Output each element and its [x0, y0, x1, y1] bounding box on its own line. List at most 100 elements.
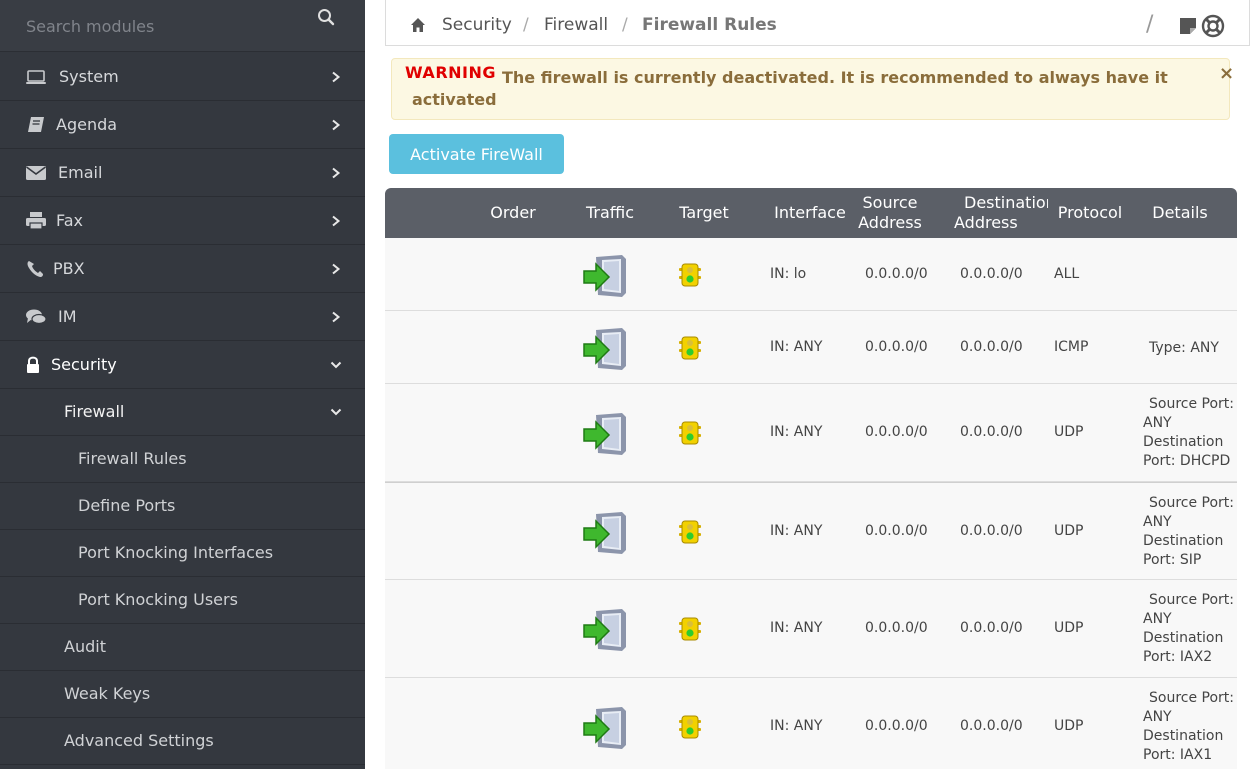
chevron-right-icon: [332, 119, 341, 131]
sidebar-item-audit[interactable]: Audit: [0, 623, 365, 671]
traffic-light-accept-icon[interactable]: [678, 263, 702, 287]
incoming-traffic-icon[interactable]: [582, 251, 630, 299]
details-cell: Source Port: ANY Destination Port: IAX1: [1143, 690, 1235, 763]
phone-icon: [27, 261, 43, 277]
sidebar-item-label: Port Knocking Interfaces: [78, 543, 274, 562]
breadcrumb-firewall[interactable]: Firewall: [544, 0, 608, 50]
source-address-cell: 0.0.0.0/0: [865, 523, 928, 539]
sidebar-item-define-ports[interactable]: Define Ports: [0, 482, 365, 530]
sidebar-item-advanced-settings[interactable]: Advanced Settings: [0, 717, 365, 765]
table-row[interactable]: IN: ANY 0.0.0.0/0 0.0.0.0/0 ICMP Type: ANY: [385, 311, 1237, 384]
close-icon[interactable]: ×: [1219, 63, 1234, 84]
column-header-traffic: Traffic: [585, 203, 635, 222]
source-address-cell: 0.0.0.0/0: [865, 424, 928, 440]
sidebar-item-label: Audit: [64, 637, 106, 656]
destination-address-cell: 0.0.0.0/0: [960, 338, 1023, 355]
breadcrumb-current: Firewall Rules: [642, 15, 777, 35]
column-header-order[interactable]: Order: [473, 188, 553, 238]
search-icon[interactable]: [317, 8, 335, 26]
details-cell: Source Port: ANY Destination Port: IAX2: [1143, 592, 1235, 665]
protocol-cell: UDP: [1054, 523, 1084, 539]
header-line: Source: [862, 193, 918, 212]
table-row[interactable]: IN: ANY 0.0.0.0/0 0.0.0.0/0 UDP Source Port:…: [385, 580, 1237, 678]
sidebar-item-pbx[interactable]: PBX: [0, 245, 365, 293]
table-row[interactable]: IN: ANY 0.0.0.0/0 0.0.0.0/0 UDP Source Port:…: [385, 482, 1237, 580]
lock-icon: [27, 356, 39, 373]
sidebar-item-security[interactable]: Security: [0, 341, 365, 389]
sidebar-item-port-knocking-interfaces[interactable]: Port Knocking Interfaces: [0, 529, 365, 577]
topbar-separator: /: [1146, 12, 1154, 37]
chevron-right-icon: [332, 311, 341, 323]
printer-icon: [26, 212, 46, 230]
sidebar-item-im[interactable]: IM: [0, 293, 365, 341]
table-row[interactable]: IN: lo 0.0.0.0/0 0.0.0.0/0 ALL: [385, 238, 1237, 311]
interface-cell: IN: ANY: [770, 523, 823, 539]
sidebar-item-label: IM: [58, 307, 77, 326]
module-search: [0, 0, 365, 52]
interface-cell: IN: ANY: [770, 718, 823, 734]
column-header-details: Details: [1152, 203, 1208, 222]
sidebar-item-label: Agenda: [56, 115, 118, 134]
sidebar-item-firewall-rules[interactable]: Firewall Rules: [0, 435, 365, 483]
sidebar-item-fax[interactable]: Fax: [0, 197, 365, 245]
book-icon: [28, 117, 44, 132]
table-row[interactable]: IN: ANY 0.0.0.0/0 0.0.0.0/0 UDP Source Port:…: [385, 678, 1237, 769]
sidebar-item-system[interactable]: System: [0, 53, 365, 101]
details-cell: Type: ANY: [1149, 339, 1219, 356]
interface-cell: IN: lo: [770, 265, 807, 282]
interface-cell: IN: ANY: [770, 338, 823, 355]
sidebar-item-label: Weak Keys: [64, 684, 151, 703]
breadcrumb-separator: /: [622, 15, 628, 35]
chevron-down-icon: [330, 361, 342, 369]
breadcrumb-separator: /: [523, 15, 529, 35]
column-header-protocol: Protocol: [1057, 203, 1123, 222]
sidebar-item-label: Advanced Settings: [64, 731, 214, 750]
home-icon[interactable]: [410, 17, 426, 33]
incoming-traffic-icon[interactable]: [582, 409, 630, 457]
source-address-cell: 0.0.0.0/0: [865, 620, 928, 636]
sticky-note-icon[interactable]: [1178, 16, 1198, 36]
warning-message: The firewall is currently deactivated. I…: [412, 68, 1168, 109]
sidebar: System Agenda Email Fax: [0, 0, 365, 769]
traffic-light-accept-icon[interactable]: [678, 617, 702, 641]
details-cell: Source Port: ANY Destination Port: SIP: [1143, 495, 1235, 568]
destination-address-cell: 0.0.0.0/0: [960, 718, 1023, 734]
chevron-right-icon: [332, 215, 341, 227]
incoming-traffic-icon[interactable]: [582, 508, 630, 556]
sidebar-item-label: Security: [51, 355, 117, 374]
traffic-light-accept-icon[interactable]: [678, 421, 702, 445]
sidebar-item-label: Fax: [56, 211, 84, 230]
traffic-light-accept-icon[interactable]: [678, 715, 702, 739]
interface-cell: IN: ANY: [770, 424, 823, 440]
sidebar-item-agenda[interactable]: Agenda: [0, 101, 365, 149]
incoming-traffic-icon[interactable]: [582, 703, 630, 751]
activate-firewall-button[interactable]: Activate FireWall: [389, 134, 564, 174]
chevron-right-icon: [332, 167, 341, 179]
laptop-icon: [26, 70, 46, 84]
destination-address-cell: 0.0.0.0/0: [960, 424, 1023, 440]
sidebar-item-weak-keys[interactable]: Weak Keys: [0, 670, 365, 718]
header-line: Destination: [964, 193, 1048, 212]
column-header-interface: Interface: [774, 203, 846, 222]
help-lifebuoy-icon[interactable]: [1201, 14, 1225, 38]
search-modules-input[interactable]: [0, 0, 365, 52]
destination-address-cell: 0.0.0.0/0: [960, 265, 1023, 282]
incoming-traffic-icon[interactable]: [582, 324, 630, 372]
traffic-light-accept-icon[interactable]: [678, 336, 702, 360]
incoming-traffic-icon[interactable]: [582, 605, 630, 653]
traffic-light-accept-icon[interactable]: [678, 520, 702, 544]
protocol-cell: UDP: [1054, 718, 1084, 734]
destination-address-cell: 0.0.0.0/0: [960, 523, 1023, 539]
sidebar-item-port-knocking-users[interactable]: Port Knocking Users: [0, 576, 365, 624]
column-header-target: Target: [679, 203, 729, 222]
chevron-right-icon: [332, 263, 341, 275]
protocol-cell: UDP: [1054, 620, 1084, 636]
table-row[interactable]: IN: ANY 0.0.0.0/0 0.0.0.0/0 UDP Source Port:…: [385, 384, 1237, 482]
protocol-cell: ICMP: [1054, 338, 1089, 355]
sidebar-item-firewall[interactable]: Firewall: [0, 388, 365, 436]
sidebar-item-email[interactable]: Email: [0, 149, 365, 197]
header-line: Address: [858, 213, 922, 232]
details-cell: Source Port: ANY Destination Port: DHCPD: [1143, 396, 1235, 469]
breadcrumb-security[interactable]: Security: [442, 0, 512, 50]
chat-bubbles-icon: [26, 309, 47, 325]
